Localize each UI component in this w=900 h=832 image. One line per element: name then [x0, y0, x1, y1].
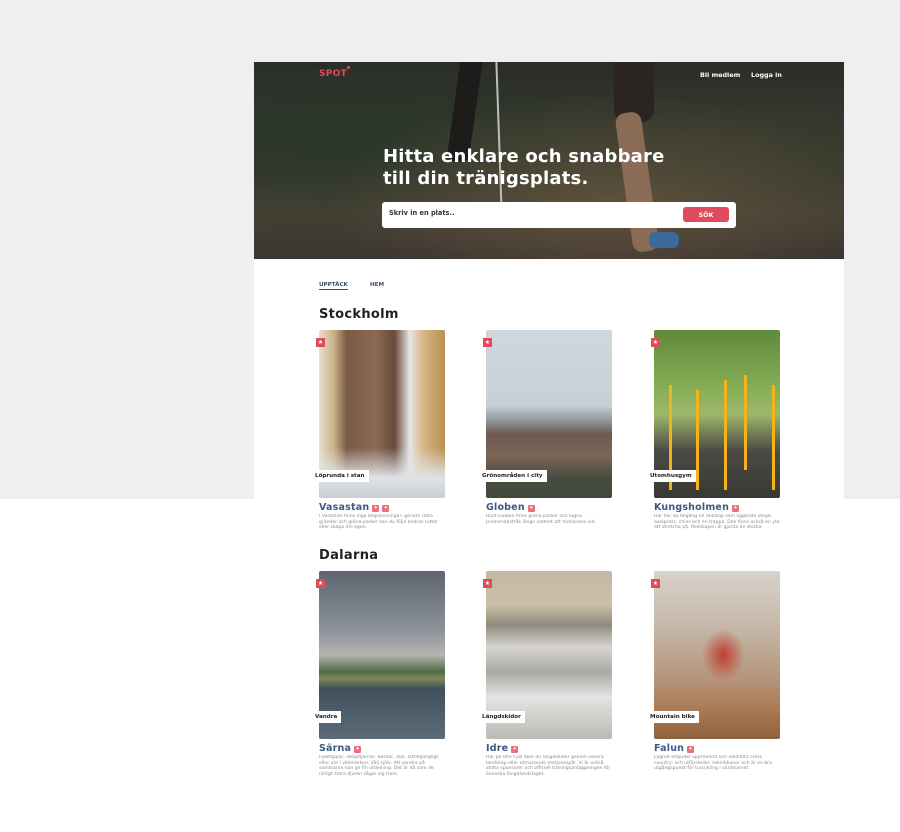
hero-title-line-1: Hitta enklare och snabbare: [383, 146, 665, 167]
card-title[interactable]: Falun ✦: [654, 743, 780, 754]
section-title-stockholm: Stockholm: [319, 307, 399, 322]
bike-icon: ✦: [687, 746, 695, 753]
favorite-star-icon[interactable]: ★: [316, 579, 325, 588]
section-title-dalarna: Dalarna: [319, 548, 379, 563]
hero-banner: SPOT Bli medlem Logga in Hitta enklare o…: [254, 62, 844, 259]
hero-title: Hitta enklare och snabbare till din trän…: [383, 146, 703, 190]
favorite-star-icon[interactable]: ★: [316, 338, 325, 347]
favorite-star-icon[interactable]: ★: [483, 338, 492, 347]
nav-link-bli-medlem[interactable]: Bli medlem: [700, 71, 740, 79]
logo[interactable]: SPOT: [319, 69, 347, 79]
card-category: Vandra: [311, 711, 342, 723]
spot-card-sarna[interactable]: ★ Vandra Särna ✦ Fjälltoppar, skogstjärna…: [311, 571, 445, 777]
card-description: Lugnet erbjuder uppmärkta och väldiktta …: [654, 755, 773, 772]
card-title-text[interactable]: Globen: [486, 502, 525, 513]
logo-dot-icon: [347, 66, 350, 69]
spot-card-globen[interactable]: ★ Grönområden i city Globen ✦ Runt Globen…: [478, 330, 612, 525]
card-title[interactable]: Globen ✦: [486, 502, 612, 513]
card-category: Utomhusgym: [646, 470, 696, 482]
card-description: Här på Idre Fjäll åker du längdskidor ge…: [486, 755, 611, 777]
favorite-star-icon[interactable]: ★: [651, 579, 660, 588]
search-input[interactable]: [389, 209, 669, 217]
run-icon: ✦: [354, 746, 362, 753]
nav-link-logga-in[interactable]: Logga in: [751, 71, 782, 79]
card-title[interactable]: Kungsholmen ✦: [654, 502, 780, 513]
spot-card-kungsholmen[interactable]: ★ Utomhusgym Kungsholmen ✦ Här har du til…: [646, 330, 780, 531]
favorite-star-icon[interactable]: ★: [483, 579, 492, 588]
card-title-text[interactable]: Särna: [319, 743, 351, 754]
bike-icon: ✦: [382, 505, 390, 512]
card-category: Grönområden i city: [478, 470, 547, 482]
tab-hem[interactable]: HEM: [370, 282, 384, 288]
run-icon: ✦: [527, 505, 535, 512]
card-title-text[interactable]: Falun: [654, 743, 684, 754]
hero-title-line-2: till din tränigsplats.: [383, 168, 589, 189]
ski-icon: ✦: [511, 746, 519, 753]
hero-photo-shoe: [649, 232, 679, 248]
card-description: I Vasastan finns inga begränsningar, gen…: [319, 514, 438, 531]
card-description: Fjälltoppar, skogstjärnar, bäckar, älar,…: [319, 755, 439, 777]
card-description: Här har du tillgång till redskap som lig…: [654, 514, 780, 531]
gym-bar: [724, 380, 727, 490]
gym-bar: [696, 390, 699, 490]
gym-bar: [744, 375, 747, 470]
spot-card-vasastan[interactable]: ★ Löprunda i stan Vasastan ✦ ✦ I Vasastan …: [311, 330, 445, 531]
card-category: Längdskidor: [478, 711, 525, 723]
gym-bar: [772, 385, 775, 490]
card-title-text[interactable]: Kungsholmen: [654, 502, 729, 513]
search-button[interactable]: SÖK: [683, 207, 729, 222]
run-icon: ✦: [732, 505, 740, 512]
search-bar: SÖK: [382, 202, 736, 228]
tab-upptack[interactable]: UPPTÄCK: [319, 282, 348, 290]
card-title-text[interactable]: Vasastan: [319, 502, 369, 513]
card-category: Mountain bike: [646, 711, 699, 723]
card-title-text[interactable]: Idre: [486, 743, 508, 754]
card-category: Löprunda i stan: [311, 470, 369, 482]
spot-card-falun[interactable]: ★ Mountain bike Falun ✦ Lugnet erbjuder u…: [646, 571, 780, 772]
card-title[interactable]: Särna ✦: [319, 743, 445, 754]
card-title[interactable]: Idre ✦: [486, 743, 612, 754]
card-title[interactable]: Vasastan ✦ ✦: [319, 502, 445, 513]
card-description: Runt Globen finns gröna parker och lugna…: [486, 514, 596, 525]
spot-card-idre[interactable]: ★ Längdskidor Idre ✦ Här på Idre Fjäll åk…: [478, 571, 612, 777]
run-icon: ✦: [372, 505, 380, 512]
website-page: SPOT Bli medlem Logga in Hitta enklare o…: [254, 62, 844, 832]
favorite-star-icon[interactable]: ★: [651, 338, 660, 347]
